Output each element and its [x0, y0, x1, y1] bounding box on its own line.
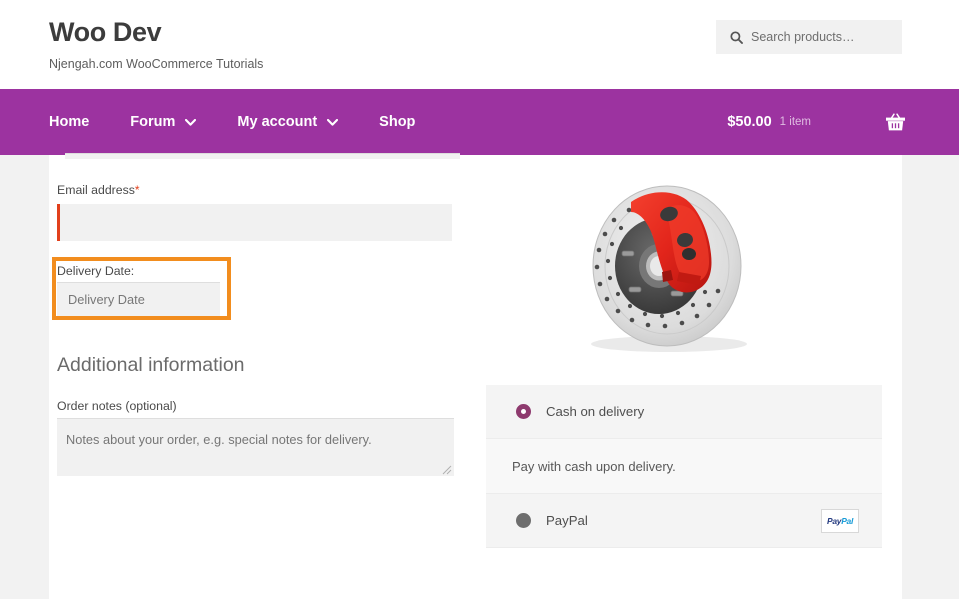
- nav-label: Shop: [379, 114, 416, 130]
- nav-links: Home Forum My account Shop: [49, 89, 456, 155]
- chevron-down-icon: [327, 118, 339, 126]
- delivery-date-input[interactable]: Delivery Date: [57, 281, 220, 316]
- cart-area[interactable]: $50.00 1 item: [727, 89, 959, 155]
- nav-label: Forum: [130, 114, 176, 130]
- payment-method-cash-on-delivery[interactable]: Cash on delivery: [486, 385, 882, 439]
- chevron-down-icon: [185, 118, 197, 126]
- nav-item-home[interactable]: Home: [49, 114, 89, 130]
- email-field[interactable]: [57, 203, 452, 241]
- search-placeholder: Search products…: [751, 30, 855, 44]
- site-tagline: Njengah.com WooCommerce Tutorials: [49, 56, 264, 71]
- email-field-label: Email address*: [57, 183, 467, 198]
- order-notes-textarea[interactable]: Notes about your order, e.g. special not…: [57, 418, 454, 477]
- resize-handle-icon[interactable]: [441, 464, 452, 475]
- radio-unselected-icon[interactable]: [516, 513, 531, 528]
- additional-information-heading: Additional information: [57, 353, 245, 376]
- product-image: [486, 155, 891, 381]
- cart-item-count: 1 item: [779, 116, 811, 128]
- delivery-date-placeholder: Delivery Date: [68, 291, 145, 307]
- nav-label: My account: [237, 114, 318, 130]
- delivery-date-label: Delivery Date:: [57, 263, 135, 278]
- delivery-date-group: Delivery Date: Delivery Date: [52, 256, 467, 320]
- shopping-basket-icon[interactable]: [885, 112, 906, 132]
- site-header: Woo Dev Njengah.com WooCommerce Tutorial…: [0, 0, 959, 89]
- required-marker: *: [134, 183, 140, 197]
- payment-method-description: Pay with cash upon delivery.: [486, 439, 882, 494]
- payment-method-paypal[interactable]: PayPal Pay Pal: [486, 494, 882, 548]
- brake-disc-icon: [590, 185, 747, 352]
- order-notes-placeholder: Notes about your order, e.g. special not…: [66, 432, 372, 448]
- order-notes-label: Order notes (optional): [57, 399, 177, 414]
- checkout-content: Email address* Delivery Date: Delivery D…: [49, 153, 902, 599]
- search-icon: [730, 30, 743, 44]
- payment-method-label: PayPal: [546, 513, 588, 528]
- search-input[interactable]: Search products…: [716, 20, 902, 54]
- email-field-group: Email address*: [57, 155, 467, 241]
- page-root: Woo Dev Njengah.com WooCommerce Tutorial…: [0, 0, 959, 599]
- email-label-text: Email address: [57, 183, 135, 197]
- billing-details-column: Email address* Delivery Date: Delivery D…: [52, 153, 467, 477]
- paypal-logo-icon: Pay Pal: [821, 508, 859, 533]
- brand-block: Woo Dev Njengah.com WooCommerce Tutorial…: [49, 17, 264, 72]
- cart-total: $50.00: [727, 114, 772, 130]
- radio-selected-icon[interactable]: [516, 404, 531, 419]
- nav-item-forum[interactable]: Forum: [130, 114, 197, 130]
- payment-methods-list: Cash on delivery Pay with cash upon deli…: [486, 385, 882, 548]
- nav-item-my-account[interactable]: My account: [237, 114, 339, 130]
- nav-label: Home: [49, 114, 90, 130]
- paypal-logo-part-b: Pal: [841, 515, 854, 526]
- payment-method-label: Cash on delivery: [546, 404, 645, 419]
- paypal-logo-part-a: Pay: [826, 515, 842, 526]
- nav-item-shop[interactable]: Shop: [379, 114, 415, 130]
- field-above-cut-off: [65, 153, 460, 159]
- main-navigation: Home Forum My account Shop $50.00 1 item: [0, 89, 959, 155]
- site-title: Woo Dev: [49, 17, 162, 47]
